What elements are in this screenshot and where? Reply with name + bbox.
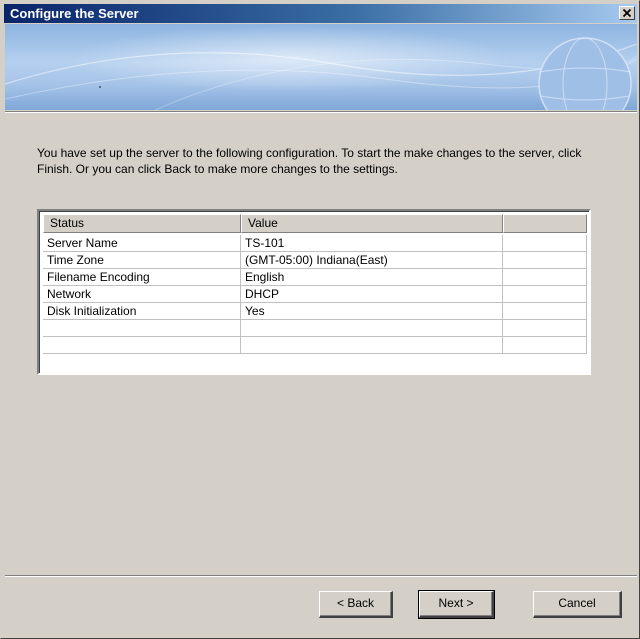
status-cell: Server Name <box>43 235 241 252</box>
extra-cell <box>503 269 587 286</box>
extra-cell <box>503 235 587 252</box>
summary-message: You have set up the server to the follow… <box>37 146 582 176</box>
extra-cell <box>503 303 587 320</box>
close-icon <box>622 8 632 18</box>
value-cell: DHCP <box>241 286 503 303</box>
column-header-value[interactable]: Value <box>241 214 503 233</box>
footer-separator <box>5 575 637 577</box>
table-row[interactable] <box>43 337 587 354</box>
value-cell: English <box>241 269 503 286</box>
next-button[interactable]: Next > <box>418 590 495 619</box>
extra-cell <box>503 320 587 337</box>
value-cell: TS-101 <box>241 235 503 252</box>
title-bar[interactable]: Configure the Server <box>4 4 637 23</box>
status-cell <box>43 337 241 354</box>
status-cell <box>43 320 241 337</box>
column-header-status[interactable]: Status <box>43 214 241 233</box>
table-row[interactable]: Filename Encoding English <box>43 269 587 286</box>
extra-cell <box>503 252 587 269</box>
value-cell <box>241 337 503 354</box>
extra-cell <box>503 286 587 303</box>
column-header-extra[interactable] <box>503 214 587 233</box>
status-cell: Disk Initialization <box>43 303 241 320</box>
extra-cell <box>503 337 587 354</box>
value-cell: Yes <box>241 303 503 320</box>
table-row[interactable] <box>43 320 587 337</box>
status-cell: Filename Encoding <box>43 269 241 286</box>
table-row[interactable]: Time Zone (GMT-05:00) Indiana(East) <box>43 252 587 269</box>
configuration-list[interactable]: Status Value Server Name TS-101 Time Zon… <box>37 209 591 375</box>
banner-separator <box>5 111 637 113</box>
window-title: Configure the Server <box>10 6 139 21</box>
table-row[interactable]: Disk Initialization Yes <box>43 303 587 320</box>
globe-graphic <box>5 34 637 110</box>
back-button[interactable]: < Back <box>319 591 393 618</box>
status-cell: Network <box>43 286 241 303</box>
header-banner <box>5 24 637 110</box>
table-row[interactable]: Server Name TS-101 <box>43 235 587 252</box>
cancel-button[interactable]: Cancel <box>533 591 622 618</box>
value-cell: (GMT-05:00) Indiana(East) <box>241 252 503 269</box>
status-cell: Time Zone <box>43 252 241 269</box>
table-row[interactable]: Network DHCP <box>43 286 587 303</box>
list-header: Status Value <box>43 214 587 233</box>
close-button[interactable] <box>619 6 635 20</box>
value-cell <box>241 320 503 337</box>
configure-server-dialog: Configure the Server You have set up the… <box>0 0 640 639</box>
